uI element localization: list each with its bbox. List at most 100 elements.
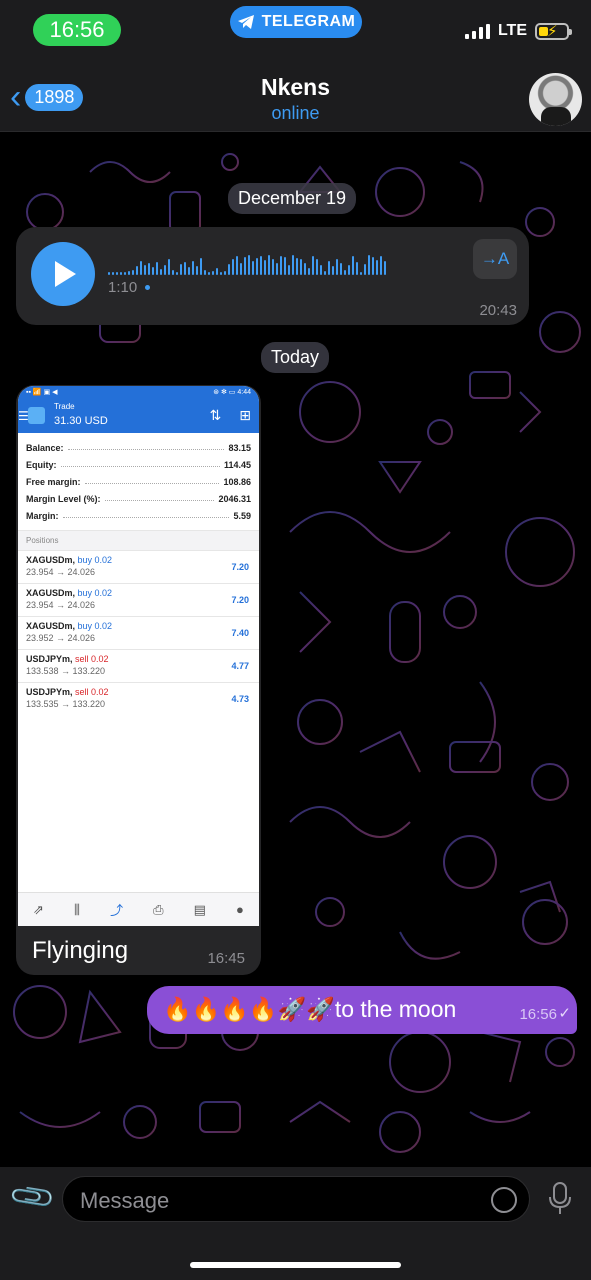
microphone-icon[interactable] [548,1181,572,1217]
position-profit: 4.73 [231,694,249,704]
input-bar: 📎 Message [0,1167,591,1280]
message-input[interactable]: Message [62,1176,530,1222]
waveform-bar [208,272,210,275]
screenshot-toolbar: ⇗ ⫼ ⤴ ⎙ ▤ ● [18,892,259,926]
message-placeholder: Message [80,1188,170,1213]
screenshot-status-left: ▪▪ 📶 ▣ ◀ [26,389,58,396]
waveform-bar [184,262,186,275]
chat-title-area[interactable]: Nkens online [0,74,591,124]
waveform-bar [120,272,122,275]
position-row: XAGUSDm, buy 0.02 23.952 → 24.026 7.40 [18,616,259,649]
waveform-bar [168,259,170,275]
waveform-bar [308,268,310,275]
waveform-bar [180,264,182,275]
photo-message[interactable]: ▪▪ 📶 ▣ ◀ ⊛ ✻ ▭ 4:44 ☰ Trade 31.30 USD ⇅ … [16,385,261,975]
transcribe-button[interactable]: →A [473,239,517,279]
waveform-bar [272,259,274,275]
symbol-label: USDJPYm, [26,654,73,664]
screenshot-status-right: ⊛ ✻ ▭ 4:44 [213,389,251,396]
screenshot-balance-header: 31.30 USD [54,415,108,427]
waveform-bar [160,269,162,275]
waveform-bar [340,263,342,275]
waveform-bar [268,255,270,275]
waveform-bar [328,261,330,275]
position-symbol: USDJPYm, sell 0.02 [26,687,251,697]
waveform-bar [304,263,306,275]
summary-row: Free margin: 108.86 [26,473,251,490]
symbol-label: XAGUSDm, [26,621,76,631]
position-row: USDJPYm, sell 0.02 133.538 → 133.220 4.77 [18,649,259,682]
play-icon[interactable] [31,242,95,306]
position-profit: 7.40 [231,628,249,638]
dotted-leader [67,449,225,450]
message-time: 16:45 [207,950,245,967]
attach-icon[interactable]: 📎 [7,1172,58,1223]
waveform-bar [108,272,110,275]
waveform-bar [192,261,194,275]
position-symbol: USDJPYm, sell 0.02 [26,654,251,664]
summary-row: Margin: 5.59 [26,507,251,524]
positions-list: XAGUSDm, buy 0.02 23.954 → 24.026 7.20 XAGU… [18,550,259,715]
waveform-bar [244,257,246,275]
position-profit: 7.20 [231,595,249,605]
waveform-bar [228,264,230,275]
waveform[interactable] [108,249,386,275]
waveform-bar [368,255,370,275]
message-time: 20:43 [479,302,517,319]
waveform-bar [332,266,334,275]
voice-duration: 1:10 [108,279,138,296]
position-symbol: XAGUSDm, buy 0.02 [26,621,251,631]
position-side: sell 0.02 [72,654,109,664]
waveform-bar [320,265,322,275]
waveform-bar [224,271,226,275]
summary-value: 114.45 [223,459,251,470]
dotted-leader [104,500,215,501]
waveform-bar [164,265,166,275]
waveform-bar [200,258,202,275]
waveform-bar [292,255,294,275]
waveform-bar [152,267,154,275]
waveform-bar [356,262,358,275]
waveform-bar [300,259,302,275]
waveform-bar [372,257,374,275]
messages-icon: ● [236,902,244,917]
app-logo-icon [28,407,45,424]
date-chip: Today [261,342,330,373]
new-order-icon: ⊞ [239,407,251,423]
waveform-bar [148,263,150,275]
position-prices: 23.954 → 24.026 [26,600,96,610]
waveform-bar [204,270,206,275]
waveform-bar [260,256,262,275]
position-prices: 133.538 → 133.220 [26,666,106,676]
outgoing-text: 🔥🔥🔥🔥🚀🚀to the moon [163,996,457,1022]
waveform-bar [212,271,214,275]
status-bar: 16:56 TELEGRAM LTE ⚡ [0,0,591,60]
trade-screenshot[interactable]: ▪▪ 📶 ▣ ◀ ⊛ ✻ ▭ 4:44 ☰ Trade 31.30 USD ⇅ … [18,386,259,926]
waveform-bar [252,261,254,275]
voice-message[interactable]: 1:10 →A 20:43 [16,227,529,325]
position-prices: 133.535 → 133.220 [26,699,106,709]
read-check-icon: ✓ [558,1005,571,1022]
avatar[interactable] [529,73,582,126]
waveform-bar [364,264,366,275]
position-row: XAGUSDm, buy 0.02 23.954 → 24.026 7.20 [18,550,259,583]
position-prices: 23.954 → 24.026 [26,567,96,577]
position-prices: 23.952 → 24.026 [26,633,96,643]
summary-row: Balance: 83.15 [26,439,251,456]
outgoing-message[interactable]: 🔥🔥🔥🔥🚀🚀to the moon 16:56 ✓ [147,986,577,1034]
position-symbol: XAGUSDm, buy 0.02 [26,588,251,598]
telegram-pill[interactable]: TELEGRAM [230,6,362,38]
summary-value: 2046.31 [218,493,251,504]
dotted-leader [60,466,220,467]
summary-label: Free margin: [26,476,81,487]
waveform-bar [140,261,142,275]
waveform-bar [336,259,338,275]
waveform-bar [284,257,286,275]
waveform-bar [312,256,314,275]
sticker-icon[interactable] [491,1187,517,1213]
waveform-bar [352,256,354,275]
waveform-bar [172,270,174,275]
position-side: buy 0.02 [75,621,113,631]
screenshot-status-bar: ▪▪ 📶 ▣ ◀ ⊛ ✻ ▭ 4:44 [18,386,259,399]
summary-value: 5.59 [233,510,251,521]
